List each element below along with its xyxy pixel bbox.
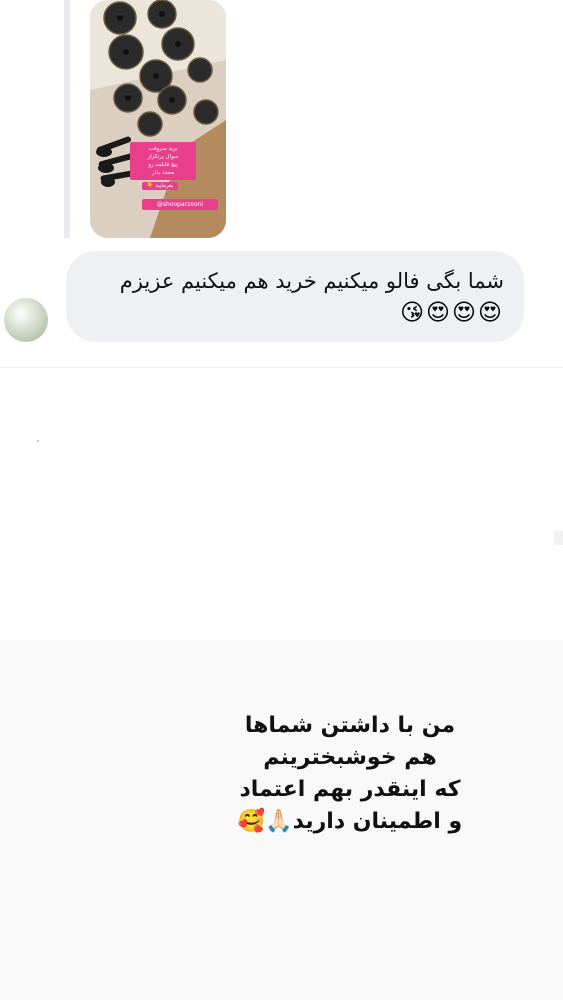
message-emoji: 😍😍😍😘 xyxy=(400,300,504,326)
sender-avatar[interactable] xyxy=(4,298,48,342)
shared-story-preview[interactable]: برید سروقت سوال پرتکرار پیج قابلمه رو مج… xyxy=(90,0,226,238)
section-divider xyxy=(0,367,563,368)
caption-line: که اینقدر بهم اعتماد xyxy=(239,777,461,802)
story-caption-line: برید سروقت xyxy=(148,146,178,152)
message-text: شما بگی فالو میکنیم خرید هم میکنیم عزیزم xyxy=(119,269,504,293)
message-bubble[interactable]: شما بگی فالو میکنیم خرید هم میکنیم عزیزم… xyxy=(66,251,524,342)
caption-line: و اطمینان دارید🙏🏻🥰 xyxy=(237,809,463,834)
story-cta-label: بفرمایید 👇 xyxy=(142,182,178,190)
story-caption-line: سوال پرتکرار xyxy=(147,154,179,160)
edge-artifact xyxy=(554,531,563,545)
caption-line: هم خوشبخترینم xyxy=(263,745,437,770)
caption-line: من با داشتن شماها xyxy=(244,713,456,738)
reply-indicator-bar xyxy=(64,0,70,238)
dust-speck xyxy=(37,440,39,442)
caption-text-block: من با داشتن شماها هم خوشبخترینم که اینقد… xyxy=(230,710,470,838)
story-caption-line: مجدد بذار xyxy=(151,170,175,176)
story-caption: برید سروقت سوال پرتکرار پیج قابلمه رو مج… xyxy=(130,142,196,180)
story-caption-line: پیج قابلمه رو xyxy=(148,162,178,168)
story-handle-label: @shooparzooni xyxy=(142,199,218,210)
conversation-thread: برید سروقت سوال پرتکرار پیج قابلمه رو مج… xyxy=(0,0,563,368)
